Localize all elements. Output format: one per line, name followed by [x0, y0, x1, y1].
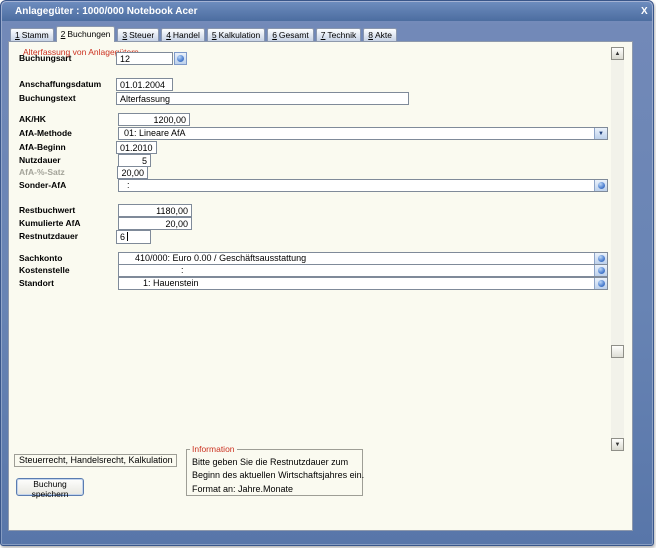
text-cursor [127, 232, 128, 241]
titlebar[interactable]: Anlagegüter : 1000/000 Notebook Acer X [2, 2, 652, 21]
sachkonto-label: Sachkonto [19, 253, 63, 263]
kostenstelle-value: : [181, 265, 184, 275]
tab-strip: 1 Stamm 2 Buchungen 3 Steuer 4 Handel 5 Kalku… [10, 25, 399, 42]
afa-methode-value: 01: Lineare AfA [124, 128, 186, 138]
tab-label: Technik [327, 30, 357, 40]
ak-hk-label: AK/HK [19, 114, 46, 124]
information-legend: Information [190, 444, 237, 454]
anschaffungsdatum-input[interactable] [116, 78, 173, 91]
tab-stamm[interactable]: 1 Stamm [10, 28, 54, 41]
status-box: Steuerrecht, Handelsrecht, Kalkulation [14, 454, 177, 467]
info-line: Format an: Jahre.Monate [192, 483, 294, 494]
status-text: Steuerrecht, Handelsrecht, Kalkulation [19, 455, 173, 465]
buchungstext-label: Buchungstext [19, 93, 76, 103]
tab-number: 1 [15, 30, 20, 40]
buchungsart-spinner-button[interactable] [174, 52, 187, 65]
information-box: Bitte geben Sie die Restnutzdauer zum Be… [186, 449, 365, 496]
afa-beginn-label: AfA-Beginn [19, 142, 66, 152]
updown-icon [177, 55, 184, 62]
tab-label: Kalkulation [218, 30, 261, 40]
sonder-afa-spinner-button[interactable] [594, 180, 607, 191]
tab-label: Handel [172, 30, 200, 40]
kumulierte-afa-label: Kumulierte AfA [19, 218, 81, 228]
ak-hk-input[interactable] [118, 113, 190, 126]
tab-label: Gesamt [278, 30, 309, 40]
scroll-up-icon: ▲ [614, 50, 621, 57]
tab-label: Steuer [129, 30, 155, 40]
afa-methode-dropdown-button[interactable]: ▼ [594, 128, 607, 139]
buchungsart-label: Buchungsart [19, 53, 72, 63]
sonder-afa-value: : [127, 180, 130, 190]
tab-number: 3 [122, 30, 128, 40]
kostenstelle-spinner-button[interactable] [594, 265, 607, 276]
tab-akte[interactable]: 8 Akte [363, 28, 397, 41]
scroll-down-button[interactable]: ▼ [611, 438, 624, 451]
restbuchwert-label: Restbuchwert [19, 205, 76, 215]
tab-label: Akte [374, 30, 392, 40]
buchungstext-input[interactable] [116, 92, 409, 105]
kostenstelle-label: Kostenstelle [19, 265, 70, 275]
kostenstelle-select[interactable]: : [118, 264, 608, 277]
sachkonto-value: 410/000: Euro 0.00 / Geschäftsausstattun… [135, 253, 307, 263]
tab-label: Buchungen [67, 29, 111, 39]
tab-kalkulation[interactable]: 5 Kalkulation [206, 28, 266, 41]
restnutzdauer-label: Restnutzdauer [19, 231, 79, 241]
standort-spinner-button[interactable] [594, 278, 607, 289]
sonder-afa-select[interactable]: : [118, 179, 608, 192]
scroll-down-icon: ▼ [614, 441, 621, 448]
afa-prozent-satz-input[interactable] [117, 166, 148, 179]
afa-beginn-input[interactable] [116, 141, 157, 154]
tab-gesamt[interactable]: 6 Gesamt [267, 28, 314, 41]
afa-prozent-satz-label: AfA-%-Satz [19, 167, 65, 177]
updown-icon [597, 280, 605, 287]
scroll-thumb[interactable] [611, 345, 624, 358]
tab-label: Stamm [21, 30, 49, 40]
tab-number: 7 [320, 30, 326, 40]
afa-methode-select[interactable]: 01: Lineare AfA ▼ [118, 127, 608, 140]
window-title: Anlagegüter : 1000/000 Notebook Acer [15, 6, 198, 17]
standort-value: 1: Hauenstein [143, 278, 199, 288]
tab-technik[interactable]: 7 Technik [315, 28, 362, 41]
restnutzdauer-input[interactable] [116, 230, 151, 244]
sonder-afa-label: Sonder-AfA [19, 180, 67, 190]
save-booking-button[interactable]: Buchung speichern [16, 478, 84, 499]
updown-icon [597, 255, 605, 262]
tab-number: 4 [166, 30, 171, 40]
tab-number: 6 [272, 30, 277, 40]
standort-label: Standort [19, 278, 54, 288]
tab-number: 8 [368, 30, 373, 40]
updown-icon [597, 182, 605, 189]
asset-window: Anlagegüter : 1000/000 Notebook Acer X 1… [0, 0, 656, 548]
tab-buchungen[interactable]: 2 Buchungen [55, 26, 116, 42]
vertical-scrollbar: ▲ ▼ [611, 47, 624, 451]
nutzdauer-label: Nutzdauer [19, 155, 61, 165]
updown-icon [597, 267, 605, 274]
tab-number: 5 [211, 30, 217, 40]
dropdown-arrow-icon: ▼ [598, 130, 604, 137]
info-line: Beginn des aktuellen Wirtschaftsjahres e… [192, 470, 365, 481]
close-icon[interactable]: X [638, 6, 651, 17]
restbuchwert-input[interactable] [118, 204, 192, 217]
kumulierte-afa-input[interactable] [118, 217, 192, 230]
sachkonto-spinner-button[interactable] [594, 253, 607, 264]
tab-number: 2 [60, 29, 66, 39]
anschaffungsdatum-label: Anschaffungsdatum [19, 79, 102, 89]
buchungsart-input[interactable] [116, 52, 173, 65]
standort-select[interactable]: 1: Hauenstein [118, 277, 608, 290]
scroll-up-button[interactable]: ▲ [611, 47, 624, 60]
tab-steuer[interactable]: 3 Steuer [117, 28, 160, 41]
afa-methode-label: AfA-Methode [19, 128, 72, 138]
info-line: Bitte geben Sie die Restnutzdauer zum [192, 457, 349, 467]
tab-handel[interactable]: 4 Handel [161, 28, 205, 41]
